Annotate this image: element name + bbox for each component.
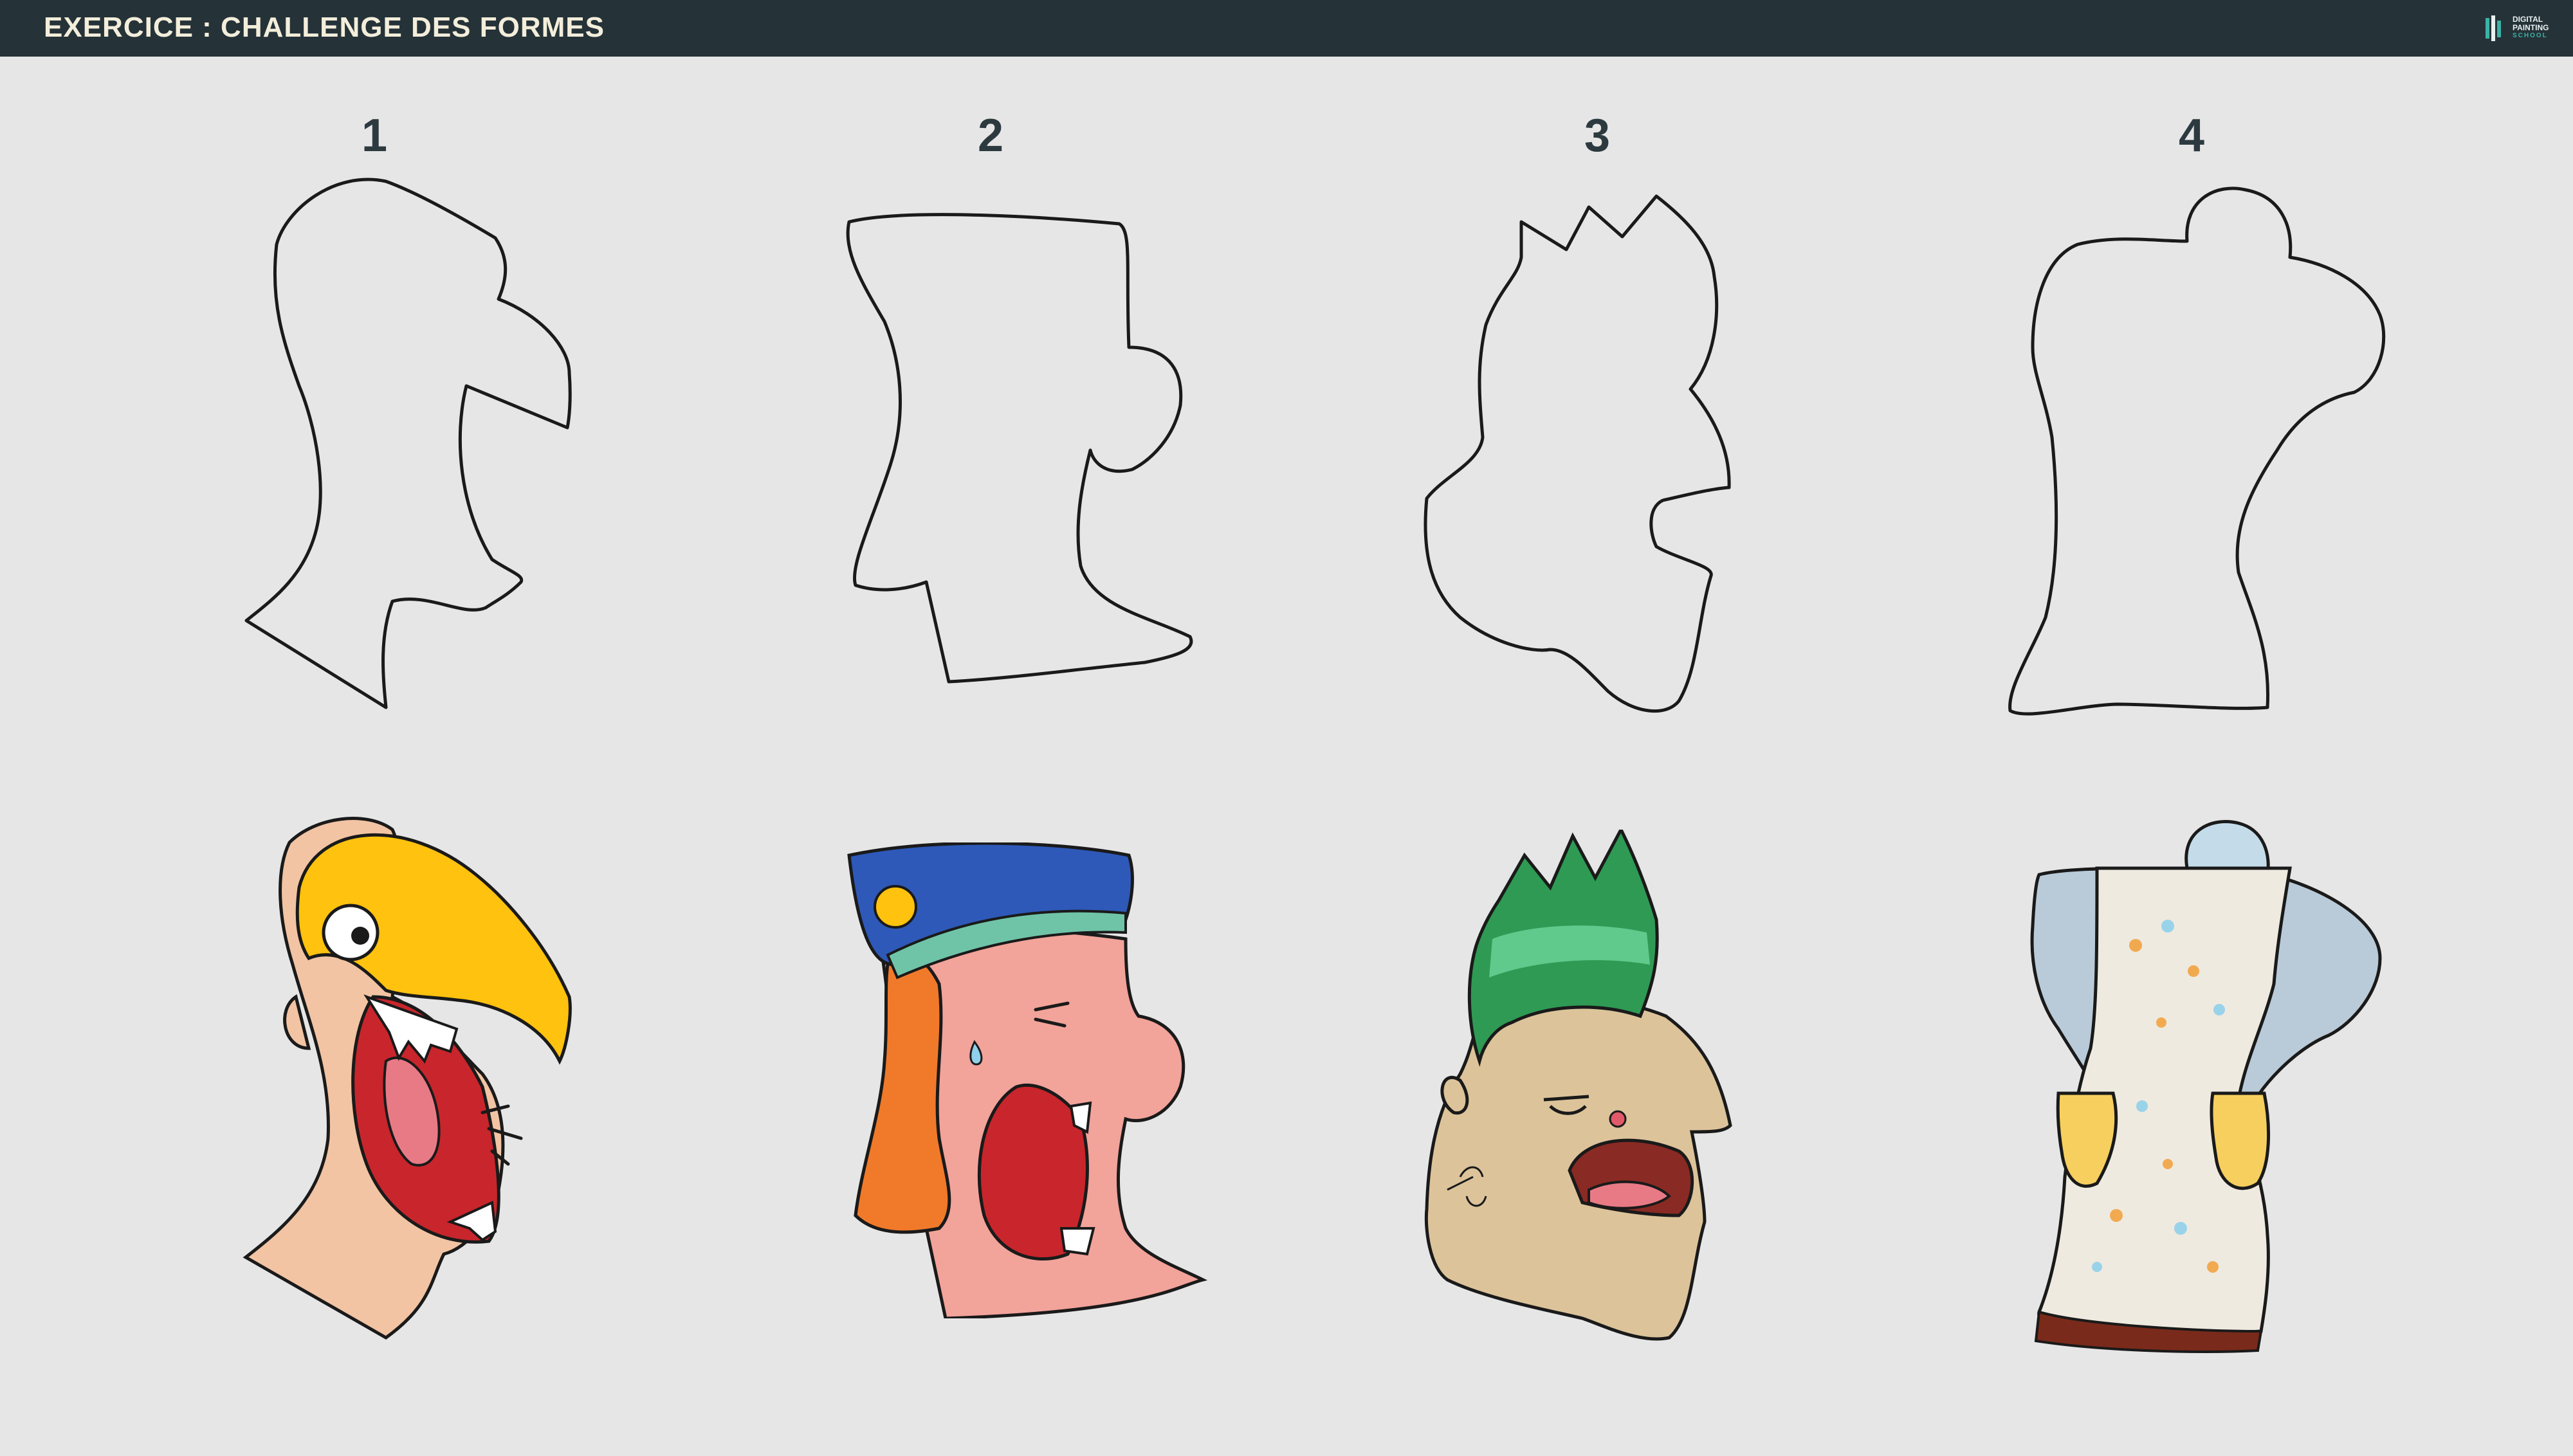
nose-piercing-icon <box>1609 1110 1627 1128</box>
character-4-apron-figure <box>2030 820 2382 1353</box>
shape-outlines <box>244 177 2386 716</box>
character-2-shouting-cap-man <box>847 842 1208 1318</box>
shape-outline-4 <box>2008 187 2386 716</box>
shape-outline-1 <box>244 177 572 709</box>
cap-badge-icon <box>874 885 917 929</box>
character-1-bird-mask-man <box>243 817 572 1340</box>
character-3-green-hair-punk <box>1424 830 1732 1341</box>
shape-outline-2 <box>846 213 1193 684</box>
mitt-right <box>2210 1091 2271 1190</box>
shape-outline-3 <box>1424 194 1731 713</box>
eye <box>322 904 380 961</box>
hair <box>854 954 951 1234</box>
pupil <box>351 927 369 945</box>
